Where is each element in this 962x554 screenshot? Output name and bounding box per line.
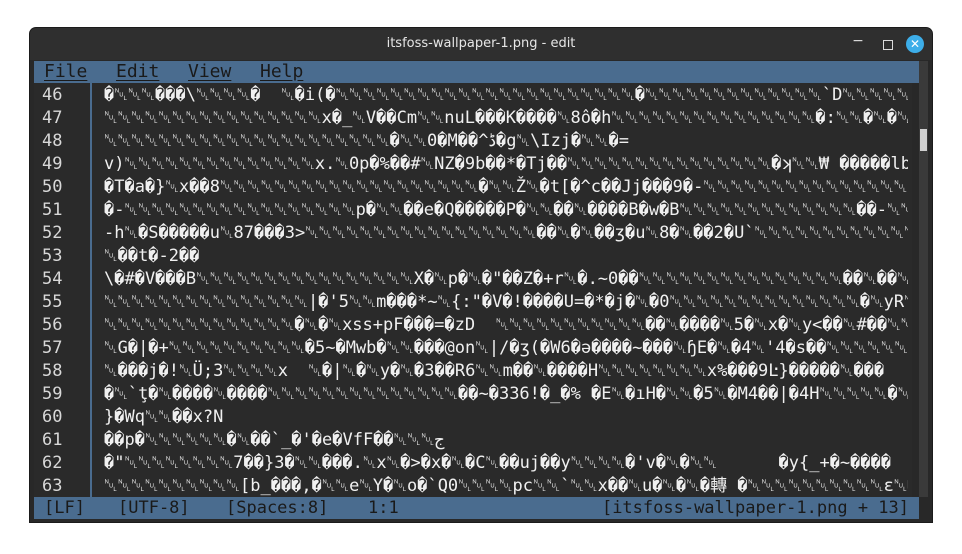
line-number: 50 xyxy=(42,177,63,197)
status-encoding: [UTF-8] xyxy=(118,498,190,518)
title-bar: itsfoss-wallpaper-1.png - edit − ✕ xyxy=(30,28,932,60)
line-number: 61 xyxy=(42,430,63,450)
menu-help[interactable]: Help xyxy=(260,61,303,83)
line-number: 52 xyxy=(42,223,63,243)
line-number: 63 xyxy=(42,476,63,496)
status-cursor-position: 1:1 xyxy=(368,498,399,518)
status-indent: [Spaces:8] xyxy=(226,498,329,518)
editor-window: itsfoss-wallpaper-1.png - edit − ✕ File … xyxy=(30,28,932,522)
editor-line[interactable]: ␀␀␀␀␀␀␀␀␀␀␀␀␀␀␀␀x�_␀V��Cm␀␀nuL���K����␀8… xyxy=(104,107,908,130)
vertical-scrollbar[interactable] xyxy=(919,61,928,497)
editor-line[interactable]: �-␀␀␀␀␀␀␀␀␀␀␀␀␀␀␀␀␀p�␀␀��e�Q�����P�␀␀��␀… xyxy=(104,199,908,222)
status-file-name: [itsfoss-wallpaper-1.png + 13] xyxy=(601,498,909,518)
editor-line[interactable]: �␀`ţ�␀����␀����␀␀␀␀␀␀␀␀␀␀␀␀␀␀��~�336!�_�… xyxy=(104,383,908,406)
line-number: 55 xyxy=(42,292,63,312)
editor-line[interactable]: �T�a�}␀x��8␀␀␀␀␀␀␀␀␀␀␀␀␀␀␀␀␀␀␀�␀␀Ž␀�t[�^… xyxy=(104,176,908,199)
editor-line[interactable]: v)␀␀␀␀␀␀␀␀␀␀␀␀␀␀x.␀0p�%��#␀NZ�9b��*�Tj��… xyxy=(104,153,908,176)
maximize-button[interactable] xyxy=(880,36,896,52)
close-button[interactable]: ✕ xyxy=(906,35,924,53)
line-number: 51 xyxy=(42,200,63,220)
line-number: 46 xyxy=(42,85,63,105)
line-number: 58 xyxy=(42,361,63,381)
editor-line[interactable]: ␀G�|�+␀␀␀␀␀␀␀␀␀␀�5~�Mwb�␀␀���@on␀|/�ʒ(�W… xyxy=(104,337,908,360)
editor-line[interactable]: �"␀␀␀␀␀␀␀␀7��}3�␀␀���.␀x␀�>�x�␀�C␀��uj��… xyxy=(104,452,908,475)
line-number: 48 xyxy=(42,131,63,151)
line-number: 54 xyxy=(42,269,63,289)
line-number-gutter: 46 47 48 49 50 51 52 53 54 55 56 57 58 59 60 61 62 63 xyxy=(34,83,96,497)
menu-bar: File Edit View Help xyxy=(34,61,919,83)
status-bar: [LF] [UTF-8] [Spaces:8] 1:1 [itsfoss-wal… xyxy=(34,497,919,519)
editor-line[interactable]: \�#�V���B␀␀␀␀␀␀␀␀␀␀␀␀␀␀␀␀X�␀p�␀�"��Z�+r␀… xyxy=(104,268,908,291)
editor-line[interactable]: ␀��t�-2�� xyxy=(104,245,908,268)
menu-view[interactable]: View xyxy=(188,61,231,83)
editor-area[interactable]: 46 47 48 49 50 51 52 53 54 55 56 57 58 59 60 61 62 63 �␀␀… xyxy=(34,83,912,497)
editor-line[interactable]: ␀␀␀␀␀␀␀␀␀␀␀␀␀␀␀␀␀␀␀␀␀�␀␀0�M��^ڈ�g␀\Izj�␀… xyxy=(104,130,908,153)
menu-file[interactable]: File xyxy=(44,61,87,83)
gutter-divider xyxy=(90,83,92,497)
editor-line[interactable]: ␀␀␀␀␀␀␀␀␀␀␀␀␀␀�␀�␀xss+pF���=�zD ␀␀␀␀␀␀␀␀… xyxy=(104,314,908,337)
window-title: itsfoss-wallpaper-1.png - edit xyxy=(386,36,576,51)
editor-line[interactable]: ␀���j�!␀Ü;3␀␀␀␀x ␀�|␀�␀y�␀�3��R6␀␀m��␀��… xyxy=(104,360,908,383)
maximize-icon xyxy=(883,40,893,50)
line-number: 49 xyxy=(42,154,63,174)
status-line-ending: [LF] xyxy=(44,498,85,518)
line-number: 57 xyxy=(42,338,63,358)
scrollbar-thumb[interactable] xyxy=(920,129,927,151)
line-number: 53 xyxy=(42,246,63,266)
minimize-button[interactable]: − xyxy=(850,33,866,49)
editor-line[interactable]: -h␀�S�����u␀87���3>␀␀␀␀␀␀␀␀␀␀␀␀␀␀␀␀␀��␀�… xyxy=(104,222,908,245)
line-number: 60 xyxy=(42,407,63,427)
editor-line[interactable]: ␀␀␀␀␀␀␀␀␀␀[b_���,�␀␀e␀Y�␀o�`Q0␀␀␀␀pc␀␀`␀… xyxy=(104,475,908,498)
editor-line[interactable]: }�Wq␀␀��x?N xyxy=(104,406,908,429)
editor-line[interactable]: �␀␀␀���\␀␀␀␀� ␀�i(�␀␀␀␀␀␀␀␀␀␀␀␀␀␀␀␀␀␀␀␀␀… xyxy=(104,84,908,107)
line-number: 56 xyxy=(42,315,63,335)
line-number: 62 xyxy=(42,453,63,473)
editor-line[interactable]: ��p�␀␀␀␀␀␀�␀��`_�'�e�VfF��␀␀␀ﺝ xyxy=(104,429,908,452)
line-number: 59 xyxy=(42,384,63,404)
editor-line[interactable]: ␀␀␀␀␀␀␀␀␀␀␀␀␀␀␀|�'5␀␀m���*~␀{:"�V�!����U… xyxy=(104,291,908,314)
line-number: 47 xyxy=(42,108,63,128)
menu-edit[interactable]: Edit xyxy=(116,61,159,83)
